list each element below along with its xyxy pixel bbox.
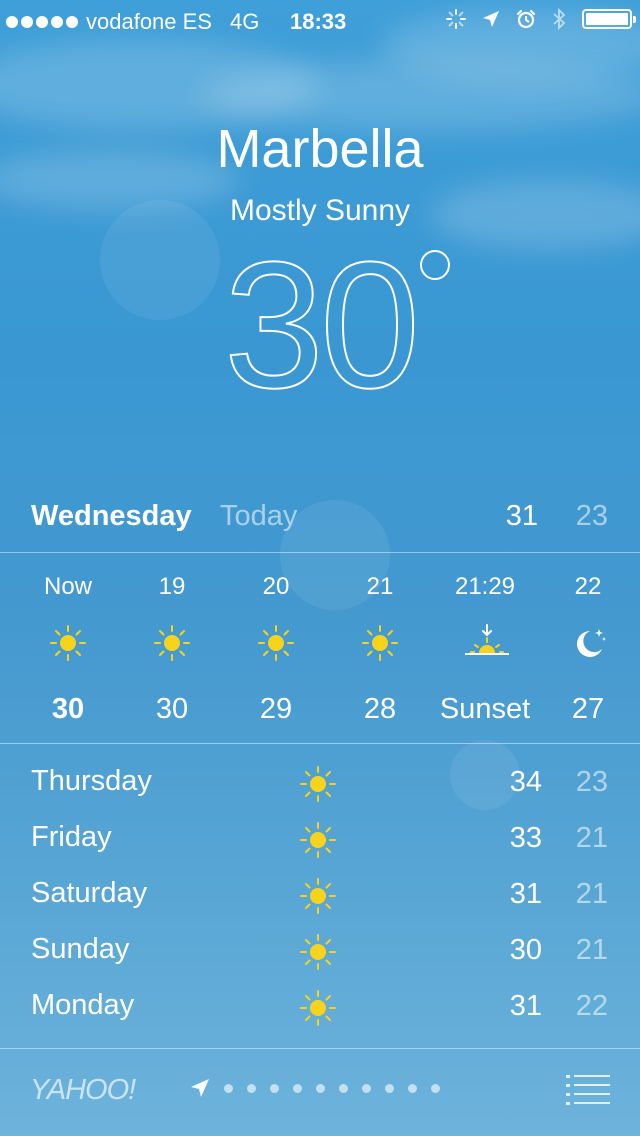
page-dot[interactable] — [339, 1083, 348, 1093]
page-dot[interactable] — [270, 1083, 279, 1093]
status-bar: vodafone ES 4G 18:33 — [0, 0, 640, 40]
forecast-low: 21 — [575, 822, 608, 854]
today-label: Today — [220, 500, 298, 532]
hourly-temp: 30 — [155, 693, 189, 725]
sun-icon — [256, 623, 296, 663]
degree-symbol — [420, 250, 450, 280]
hourly-temp: 27 — [571, 693, 605, 725]
list-icon[interactable] — [566, 1074, 610, 1106]
today-day: Wednesday — [31, 500, 192, 532]
sun-icon — [298, 820, 338, 860]
battery-icon — [582, 9, 636, 29]
sun-icon — [360, 623, 400, 663]
sun-icon — [298, 876, 338, 916]
location-arrow-icon — [483, 11, 499, 27]
today-high: 31 — [505, 500, 538, 532]
forecast-low: 21 — [575, 878, 608, 910]
forecast-low: 22 — [575, 990, 608, 1022]
page-dot[interactable] — [408, 1083, 417, 1093]
forecast-day: Thursday — [31, 765, 152, 797]
forecast-high: 31 — [509, 878, 542, 910]
bluetooth-icon — [553, 8, 566, 30]
hourly-temp: 29 — [259, 693, 293, 725]
hourly-forecast[interactable]: Now 30 19 30 20 29 21 28 21:29 Sunset 22… — [0, 553, 640, 743]
network-type: 4G — [229, 9, 260, 34]
forecast-day: Sunday — [31, 933, 130, 965]
bottom-toolbar: YAHOO! — [0, 1050, 640, 1136]
page-dot[interactable] — [247, 1083, 256, 1093]
weather-condition: Mostly Sunny — [229, 194, 411, 227]
page-dot[interactable] — [362, 1083, 371, 1093]
hourly-time: 21 — [366, 573, 394, 600]
forecast-low: 23 — [575, 766, 608, 798]
alarm-icon — [516, 9, 536, 29]
forecast-day: Friday — [31, 821, 112, 853]
page-dot[interactable] — [431, 1083, 440, 1093]
current-temperature: 30 — [223, 225, 421, 427]
sun-icon — [298, 988, 338, 1028]
forecast-high: 33 — [509, 822, 542, 854]
page-dot[interactable] — [385, 1083, 394, 1093]
forecast-row: Sunday 30 21 — [0, 922, 640, 978]
hourly-time: 19 — [158, 573, 186, 600]
hourly-time: 20 — [262, 573, 290, 600]
divider — [0, 1048, 640, 1049]
today-summary: Wednesday Today 31 23 — [0, 492, 640, 544]
hourly-temp: 28 — [363, 693, 397, 725]
forecast-high: 34 — [509, 766, 542, 798]
yahoo-logo[interactable]: YAHOO! — [30, 1074, 136, 1107]
forecast-day: Saturday — [31, 877, 148, 909]
forecast-low: 21 — [575, 934, 608, 966]
sun-icon — [298, 764, 338, 804]
sunset-icon — [465, 623, 509, 663]
forecast-row: Thursday 34 23 — [0, 754, 640, 810]
status-time: 18:33 — [290, 9, 347, 34]
page-dot[interactable] — [316, 1083, 325, 1093]
location-arrow-icon — [191, 1079, 209, 1097]
sun-icon — [298, 932, 338, 972]
forecast-row: Friday 33 21 — [0, 810, 640, 866]
hourly-temp: 30 — [51, 693, 85, 725]
page-indicator[interactable] — [190, 1078, 440, 1098]
forecast-high: 30 — [509, 934, 542, 966]
forecast-day: Monday — [31, 989, 135, 1021]
hourly-time: 22 — [574, 573, 602, 600]
hourly-time: 21:29 — [454, 573, 516, 600]
forecast-row: Saturday 31 21 — [0, 866, 640, 922]
city-name: Marbella — [216, 119, 424, 179]
sun-icon — [48, 623, 88, 663]
today-low: 23 — [575, 500, 608, 532]
page-dot[interactable] — [293, 1083, 302, 1093]
forecast-row: Monday 31 22 — [0, 978, 640, 1034]
page-dot[interactable] — [224, 1083, 233, 1093]
moon-icon — [568, 623, 608, 663]
hourly-time: Now — [43, 573, 92, 600]
divider — [0, 743, 640, 744]
signal-strength-icon — [6, 16, 78, 28]
forecast-high: 31 — [509, 990, 542, 1022]
hourly-temp: Sunset — [439, 693, 531, 725]
activity-spinner-icon — [446, 9, 466, 29]
carrier-name: vodafone ES — [86, 9, 212, 34]
sun-icon — [152, 623, 192, 663]
